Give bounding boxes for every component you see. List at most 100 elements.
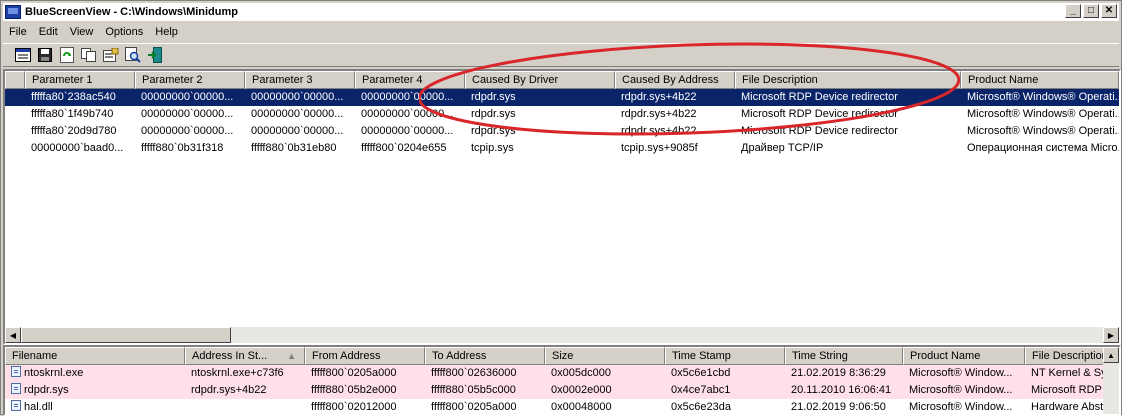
cell-parameter-3: 00000000`00000...: [251, 91, 344, 103]
cell-parameter-4: 00000000`00000...: [361, 108, 454, 120]
cell-parameter-1: 00000000`baad0...: [31, 142, 124, 154]
cell-address-in-stack: [185, 399, 305, 414]
refresh-icon[interactable]: [57, 45, 77, 65]
cell-caused-by-address: tcpip.sys+9085f: [621, 142, 698, 154]
cell-from-address: fffff800`02012000: [311, 401, 397, 413]
cell-to-address: fffff880`05b5c000: [431, 384, 516, 396]
driver-list-header: Filename Address In St... ▲ From Address …: [5, 347, 1105, 365]
cell-parameter-3: 00000000`00000...: [251, 125, 344, 137]
cell-product-name: Microsoft® Window...: [909, 367, 1013, 379]
cell-caused-by-driver: rdpdr.sys: [471, 125, 516, 137]
cell-parameter-1: fffffa80`20d9d780: [31, 125, 117, 137]
bluescreenview-window: BlueScreenView - C:\Windows\Minidump _ □…: [0, 0, 1122, 416]
cell-from-address: fffff880`05b2e000: [311, 384, 397, 396]
table-row[interactable]: hal.dll fffff800`02012000 fffff800`0205a…: [5, 399, 1105, 414]
cell-file-description: Hardware Abst: [1031, 401, 1104, 413]
file-icon: [11, 400, 21, 411]
column-header-parameter-2[interactable]: Parameter 2: [135, 71, 245, 89]
menu-edit[interactable]: Edit: [33, 26, 64, 38]
cell-size: 0x005dc000: [551, 367, 611, 379]
cell-time-string: 21.02.2019 8:36:29: [791, 367, 886, 379]
table-row[interactable]: fffffa80`1f49b740 00000000`00000... 0000…: [5, 106, 1119, 123]
cell-address-in-stack: rdpdr.sys+4b22: [191, 384, 267, 396]
table-row[interactable]: fffffa80`238ac540 00000000`00000... 0000…: [5, 89, 1119, 106]
app-icon: [5, 5, 21, 19]
column-header-from-address[interactable]: From Address: [305, 347, 425, 365]
column-header-size[interactable]: Size: [545, 347, 665, 365]
find-icon[interactable]: [123, 45, 143, 65]
driver-list[interactable]: Filename Address In St... ▲ From Address …: [3, 345, 1121, 416]
scroll-right-icon[interactable]: ▶: [1103, 327, 1119, 343]
cell-filename-text: ntoskrnl.exe: [24, 367, 84, 379]
window-controls: _ □ ✕: [1065, 4, 1117, 18]
crash-list[interactable]: Parameter 1 Parameter 2 Parameter 3 Para…: [3, 69, 1121, 345]
cell-parameter-2: 00000000`00000...: [141, 91, 234, 103]
column-header-address-in-stack-label: Address In St...: [192, 350, 268, 362]
cell-file-description: Microsoft RDP Device redirector: [741, 91, 898, 103]
copy-icon[interactable]: [79, 45, 99, 65]
sort-ascending-icon: ▲: [287, 351, 296, 361]
scroll-up-icon[interactable]: ▲: [1103, 347, 1119, 363]
cell-file-description: NT Kernel & Sys: [1031, 367, 1105, 379]
table-row[interactable]: 00000000`baad0... fffff880`0b31f318 ffff…: [5, 140, 1119, 157]
menu-help[interactable]: Help: [149, 26, 184, 38]
scroll-track[interactable]: [21, 327, 1103, 343]
driver-list-vertical-scrollbar[interactable]: ▲: [1103, 347, 1119, 414]
driver-rows: ntoskrnl.exe ntoskrnl.exe+c73f6 fffff800…: [5, 365, 1105, 414]
properties-icon[interactable]: [101, 45, 121, 65]
crash-list-horizontal-scrollbar[interactable]: ◀ ▶: [5, 327, 1119, 343]
file-icon: [11, 366, 21, 377]
column-header-to-address[interactable]: To Address: [425, 347, 545, 365]
cell-parameter-4: fffff800`0204e655: [361, 142, 447, 154]
toolbar: [3, 43, 1119, 67]
exit-icon[interactable]: [145, 45, 165, 65]
column-header-time-string[interactable]: Time String: [785, 347, 903, 365]
crash-rows: fffffa80`238ac540 00000000`00000... 0000…: [5, 89, 1119, 157]
close-button[interactable]: ✕: [1101, 4, 1117, 18]
save-icon[interactable]: [35, 45, 55, 65]
window-title: BlueScreenView - C:\Windows\Minidump: [25, 6, 238, 18]
cell-parameter-1: fffffa80`238ac540: [31, 91, 116, 103]
menu-bar: File Edit View Options Help: [3, 23, 1119, 41]
menu-view[interactable]: View: [64, 26, 100, 38]
column-header-parameter-1[interactable]: Parameter 1: [25, 71, 135, 89]
html-report-icon[interactable]: [13, 45, 33, 65]
cell-size: 0x0002e000: [551, 384, 612, 396]
column-header-caused-by-address[interactable]: Caused By Address: [615, 71, 735, 89]
column-header-time-stamp[interactable]: Time Stamp: [665, 347, 785, 365]
column-header-filename[interactable]: Filename: [5, 347, 185, 365]
scroll-left-icon[interactable]: ◀: [5, 327, 21, 343]
cell-product-name: Microsoft® Window...: [909, 401, 1013, 413]
table-row[interactable]: ntoskrnl.exe ntoskrnl.exe+c73f6 fffff800…: [5, 365, 1105, 382]
menu-file[interactable]: File: [3, 26, 33, 38]
file-icon: [11, 383, 21, 394]
cell-parameter-3: 00000000`00000...: [251, 108, 344, 120]
table-row[interactable]: rdpdr.sys rdpdr.sys+4b22 fffff880`05b2e0…: [5, 382, 1105, 399]
column-header-parameter-3[interactable]: Parameter 3: [245, 71, 355, 89]
minimize-button[interactable]: _: [1065, 4, 1081, 18]
title-bar[interactable]: BlueScreenView - C:\Windows\Minidump _ □…: [3, 3, 1119, 21]
cell-parameter-4: 00000000`00000...: [361, 125, 454, 137]
cell-to-address: fffff800`02636000: [431, 367, 517, 379]
cell-file-description: Драйвер TCP/IP: [741, 142, 824, 154]
cell-parameter-1: fffffa80`1f49b740: [31, 108, 114, 120]
cell-time-stamp: 0x4ce7abc1: [671, 384, 731, 396]
column-header-address-in-stack[interactable]: Address In St... ▲: [185, 347, 305, 365]
table-row[interactable]: fffffa80`20d9d780 00000000`00000... 0000…: [5, 123, 1119, 140]
menu-options[interactable]: Options: [99, 26, 149, 38]
cell-time-stamp: 0x5c6e1cbd: [671, 367, 731, 379]
column-header-file-description[interactable]: File Description: [1025, 347, 1105, 365]
column-header-product-name[interactable]: Product Name: [961, 71, 1119, 89]
column-header-blank[interactable]: [5, 71, 25, 89]
cell-product-name: Microsoft® Windows® Operati...: [967, 125, 1119, 137]
column-header-product-name[interactable]: Product Name: [903, 347, 1025, 365]
cell-product-name: Операционная система Micro...: [967, 142, 1119, 154]
maximize-button[interactable]: □: [1083, 4, 1099, 18]
column-header-caused-by-driver[interactable]: Caused By Driver: [465, 71, 615, 89]
column-header-file-description[interactable]: File Description: [735, 71, 961, 89]
cell-product-name: Microsoft® Windows® Operati...: [967, 91, 1119, 103]
cell-time-string: 21.02.2019 9:06:50: [791, 401, 886, 413]
cell-caused-by-address: rdpdr.sys+4b22: [621, 91, 697, 103]
scroll-thumb[interactable]: [21, 327, 231, 343]
column-header-parameter-4[interactable]: Parameter 4: [355, 71, 465, 89]
